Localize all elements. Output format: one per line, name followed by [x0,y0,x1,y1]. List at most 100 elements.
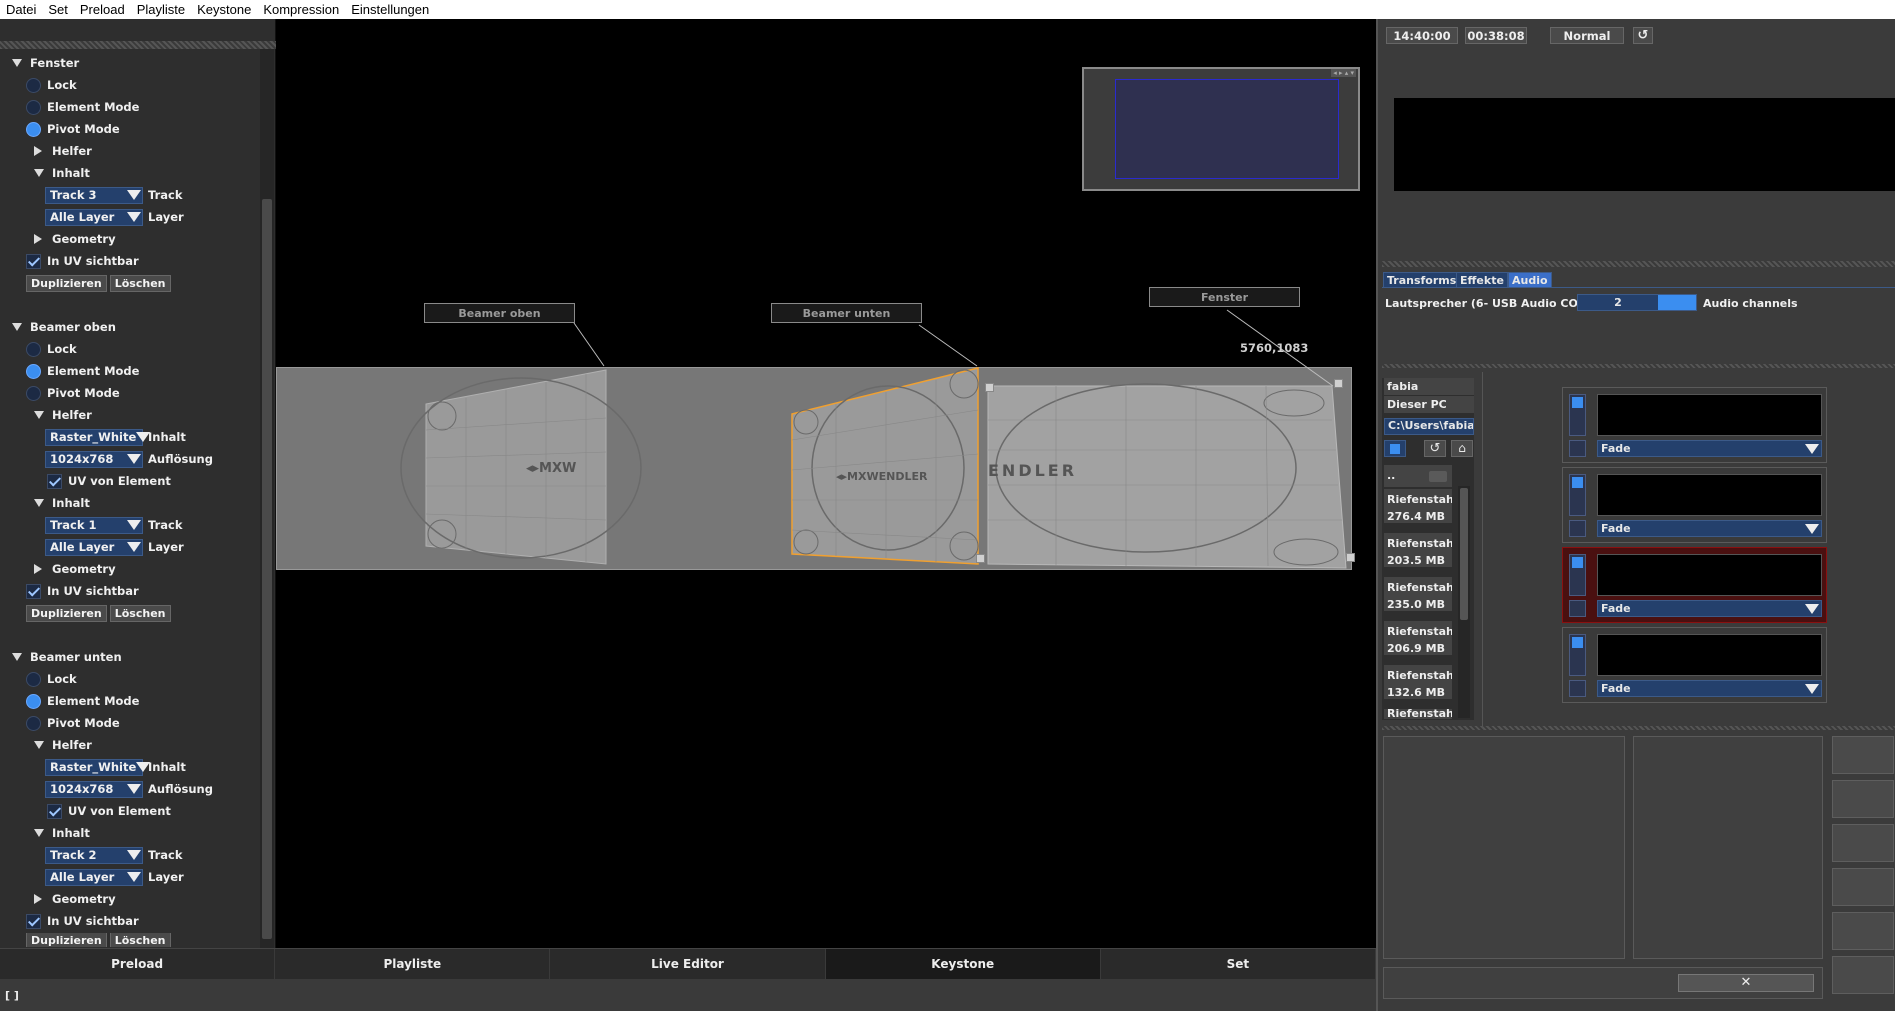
surface-beamer-unten[interactable]: ◂▸MXWENDLER [791,367,979,565]
layer-slot-selected[interactable]: Fade [1562,547,1827,623]
geometry-section[interactable]: Geometry [34,229,116,249]
uv-from-element-toggle[interactable]: UV von Element [47,471,171,491]
uv-visible-toggle[interactable]: In UV sichtbar [26,581,139,601]
duplicate-button[interactable]: Duplizieren [26,604,107,622]
radio-icon[interactable] [26,121,41,137]
resolution-select[interactable]: 1024x768 [45,450,143,468]
group-header-fenster[interactable]: Fenster [12,53,79,73]
content-select[interactable]: Raster_White [45,428,151,446]
layer-active-toggle[interactable] [1569,474,1586,516]
tab-live-editor[interactable]: Live Editor [550,949,826,979]
surface-beamer-oben[interactable]: ◂▸MXW [400,369,642,565]
inhalt-section[interactable]: Inhalt [34,163,90,183]
tab-set[interactable]: Set [1101,949,1377,979]
tab-keystone[interactable]: Keystone [825,949,1101,979]
audio-channels-field[interactable]: 2 [1577,294,1697,311]
tab-preload[interactable]: Preload [0,949,276,979]
surface-fenster[interactable]: ENDLER [987,383,1347,569]
projection-surfaces[interactable]: ◂▸MXW ◂▸MXWENDLER ENDLER [276,290,1376,580]
transition-select[interactable]: Fade [1597,440,1822,457]
tab-audio[interactable]: Audio [1508,272,1552,288]
file-item[interactable]: Riefenstah 206.9 MB [1384,621,1452,655]
corner-handle[interactable] [985,383,994,392]
delete-button[interactable]: Löschen [109,933,171,947]
radio-icon[interactable] [26,715,41,731]
browser-scrollbar[interactable] [1458,486,1470,718]
panel-scrollbar-thumb[interactable] [262,199,272,939]
lock-toggle[interactable]: Lock [26,669,77,689]
menu-datei[interactable]: Datei [0,2,42,17]
menu-keystone[interactable]: Keystone [191,2,257,17]
inhalt-section[interactable]: Inhalt [34,823,90,843]
menu-set[interactable]: Set [42,2,74,17]
delete-button[interactable]: Löschen [109,274,171,292]
corner-handle[interactable] [1334,379,1343,388]
file-item[interactable]: Riefenstah 132.6 MB [1384,665,1452,699]
panel-grip[interactable] [1382,261,1895,267]
browser-this-pc[interactable]: Dieser PC [1384,396,1474,413]
group-header-beamer-oben[interactable]: Beamer oben [12,317,116,337]
minimap-controls[interactable]: ◂ ▸ ▴ ▾ [1331,69,1356,77]
file-item[interactable]: Riefenstah 276.4 MB [1384,489,1452,523]
panel-grip[interactable] [1382,726,1895,730]
uv-visible-toggle[interactable]: In UV sichtbar [26,911,139,931]
layer-slot[interactable]: Fade [1562,467,1827,543]
layer-active-toggle[interactable] [1569,394,1586,436]
label-beamer-unten[interactable]: Beamer unten [771,303,922,323]
transition-select[interactable]: Fade [1597,680,1822,697]
layer-option-toggle[interactable] [1569,520,1586,537]
browser-scrollbar-thumb[interactable] [1460,488,1468,620]
side-button[interactable] [1832,780,1894,818]
pivot-mode-toggle[interactable]: Pivot Mode [26,119,120,139]
group-header-beamer-unten[interactable]: Beamer unten [12,647,122,667]
transition-select[interactable]: Fade [1597,520,1822,537]
delete-button[interactable]: Löschen [109,604,171,622]
label-beamer-oben[interactable]: Beamer oben [424,303,575,323]
file-item[interactable]: Riefenstah 235.0 MB [1384,577,1452,611]
checkbox-icon[interactable] [47,803,62,819]
side-button[interactable] [1832,736,1894,774]
uv-visible-toggle[interactable]: In UV sichtbar [26,251,139,271]
radio-icon[interactable] [26,363,41,379]
checkbox-icon[interactable] [26,583,41,599]
lock-toggle[interactable]: Lock [26,339,77,359]
uv-from-element-toggle[interactable]: UV von Element [47,801,171,821]
layer-option-toggle[interactable] [1569,600,1586,617]
radio-icon[interactable] [26,671,41,687]
layer-option-toggle[interactable] [1569,680,1586,697]
checkbox-icon[interactable] [47,473,62,489]
radio-icon[interactable] [26,385,41,401]
refresh-icon[interactable]: ↺ [1424,440,1446,457]
menu-preload[interactable]: Preload [74,2,131,17]
helfer-section[interactable]: Helfer [34,405,92,425]
menu-kompression[interactable]: Kompression [257,2,345,17]
audio-channels-slider[interactable] [1658,295,1696,310]
side-button[interactable] [1832,956,1894,994]
duplicate-button[interactable]: Duplizieren [26,274,107,292]
radio-icon[interactable] [26,77,41,93]
path-input[interactable]: C:\Users\fabia\ [1384,418,1474,435]
tab-playliste[interactable]: Playliste [275,949,551,979]
layer-select[interactable]: Alle Layer [45,538,143,556]
layer-select[interactable]: Alle Layer [45,208,143,226]
transition-select[interactable]: Fade [1597,600,1822,617]
minimap[interactable]: ◂ ▸ ▴ ▾ [1082,67,1360,191]
pivot-mode-toggle[interactable]: Pivot Mode [26,383,120,403]
playback-mode[interactable]: Normal [1550,27,1624,44]
corner-handle[interactable] [1346,553,1355,562]
layer-slot[interactable]: Fade [1562,387,1827,463]
element-mode-toggle[interactable]: Element Mode [26,691,139,711]
lock-toggle[interactable]: Lock [26,75,77,95]
label-fenster[interactable]: Fenster [1149,287,1300,307]
pivot-mode-toggle[interactable]: Pivot Mode [26,713,120,733]
close-icon[interactable]: ✕ [1678,974,1814,992]
panel-grip[interactable] [1382,364,1895,368]
radio-icon[interactable] [26,341,41,357]
radio-icon[interactable] [26,99,41,115]
track-select[interactable]: Track 3 [45,186,143,204]
menu-playliste[interactable]: Playliste [131,2,191,17]
tab-transforms[interactable]: Transforms [1383,272,1461,288]
helfer-section[interactable]: Helfer [34,141,92,161]
browser-user[interactable]: fabia [1384,378,1474,395]
side-button[interactable] [1832,912,1894,950]
